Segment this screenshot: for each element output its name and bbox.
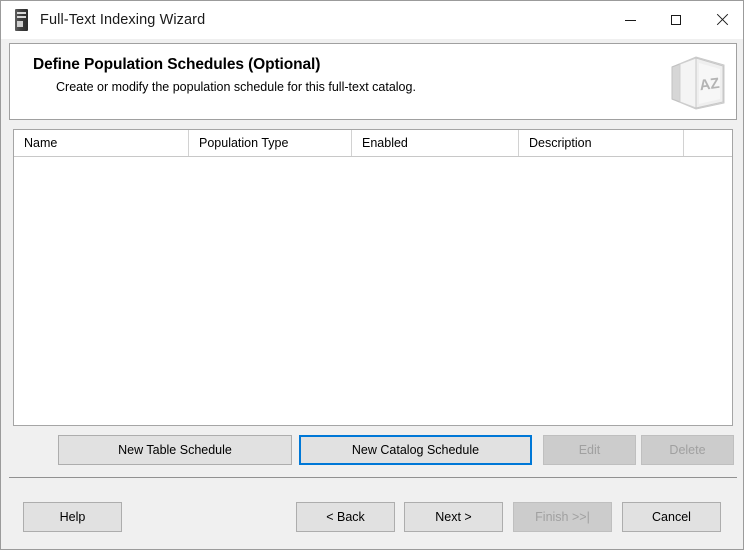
back-label: < Back <box>326 510 365 524</box>
delete-schedule-label: Delete <box>669 443 706 457</box>
new-catalog-schedule-button[interactable]: New Catalog Schedule <box>299 435 532 465</box>
finish-label: Finish >>| <box>535 510 590 524</box>
page-subtitle: Create or modify the population schedule… <box>56 80 416 94</box>
column-header-population-type[interactable]: Population Type <box>189 130 352 156</box>
finish-button[interactable]: Finish >>| <box>513 502 612 532</box>
column-header-name[interactable]: Name <box>14 130 189 156</box>
cancel-button[interactable]: Cancel <box>622 502 721 532</box>
wizard-nav-row: Help < Back Next > Finish >>| Cancel <box>1 502 743 532</box>
list-header-row: Name Population Type Enabled Description <box>14 130 732 157</box>
new-catalog-schedule-label: New Catalog Schedule <box>351 443 480 457</box>
close-icon <box>716 14 728 26</box>
column-header-spacer[interactable] <box>684 130 732 156</box>
edit-schedule-button[interactable]: Edit <box>543 435 636 465</box>
title-bar: Full-Text Indexing Wizard <box>1 1 743 39</box>
next-label: Next > <box>435 510 472 524</box>
window-title: Full-Text Indexing Wizard <box>40 12 206 28</box>
minimize-button[interactable] <box>607 1 653 39</box>
list-body-empty[interactable] <box>14 157 732 425</box>
full-text-indexing-wizard-window: Full-Text Indexing Wizard Define Populat… <box>0 0 744 550</box>
help-label: Help <box>59 510 86 524</box>
column-header-description[interactable]: Description <box>519 130 684 156</box>
az-book-icon: AZ <box>666 53 728 111</box>
footer-separator <box>9 477 737 478</box>
back-button[interactable]: < Back <box>296 502 395 532</box>
schedule-actions-row: New Table Schedule New Catalog Schedule … <box>1 435 743 465</box>
cancel-label: Cancel <box>652 510 691 524</box>
maximize-button[interactable] <box>653 1 699 39</box>
maximize-icon <box>671 15 681 25</box>
next-button[interactable]: Next > <box>404 502 503 532</box>
help-button[interactable]: Help <box>23 502 122 532</box>
server-tower-icon <box>13 9 31 31</box>
column-header-enabled[interactable]: Enabled <box>352 130 519 156</box>
new-table-schedule-button[interactable]: New Table Schedule <box>58 435 292 465</box>
window-controls <box>607 1 743 39</box>
edit-schedule-label: Edit <box>578 443 601 457</box>
page-title: Define Population Schedules (Optional) <box>33 56 321 73</box>
schedules-list[interactable]: Name Population Type Enabled Description <box>13 129 733 426</box>
page-header-panel: Define Population Schedules (Optional) C… <box>9 43 737 120</box>
minimize-icon <box>624 19 636 21</box>
close-button[interactable] <box>699 1 743 39</box>
new-table-schedule-label: New Table Schedule <box>118 443 232 457</box>
delete-schedule-button[interactable]: Delete <box>641 435 734 465</box>
svg-text:AZ: AZ <box>698 75 720 94</box>
